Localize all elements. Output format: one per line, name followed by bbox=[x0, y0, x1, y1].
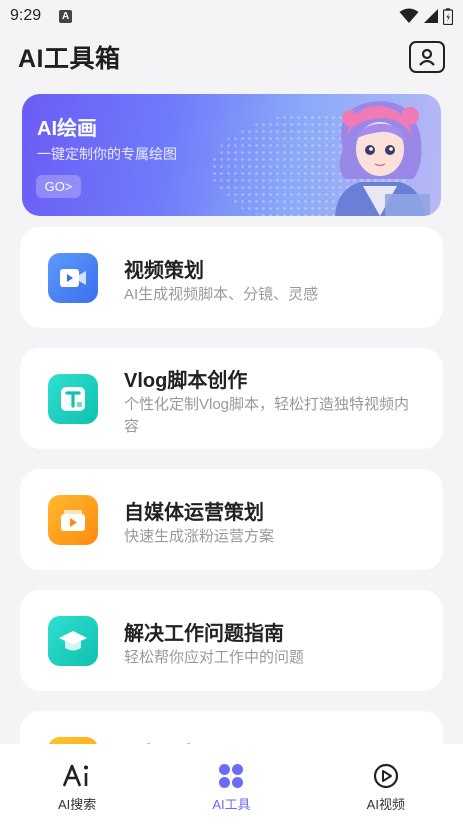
status-bar: 9:29 A bbox=[0, 0, 463, 32]
nav-label: AI搜索 bbox=[58, 797, 97, 812]
banner-title: AI绘画 bbox=[37, 118, 97, 140]
card-title: 自媒体运营策划 bbox=[124, 502, 264, 524]
profile-button[interactable] bbox=[409, 41, 445, 73]
card-description: 快速生成涨粉运营方案 bbox=[124, 528, 275, 545]
card-title: 视频策划 bbox=[124, 260, 204, 282]
ai-drawing-banner[interactable]: AI绘画 一键定制你的专属绘图 GO> bbox=[22, 94, 441, 216]
battery-icon bbox=[443, 7, 453, 25]
card-media-operations[interactable]: 自媒体运营策划 快速生成涨粉运营方案 bbox=[20, 469, 443, 570]
nav-ai-search[interactable]: AI搜索 bbox=[0, 744, 154, 824]
nav-ai-video[interactable]: AI视频 bbox=[309, 744, 463, 824]
grid-icon bbox=[218, 762, 244, 790]
card-vlog-script[interactable]: Vlog脚本创作 个性化定制Vlog脚本，轻松打造独特视频内容 bbox=[20, 348, 443, 449]
status-icons bbox=[399, 7, 453, 25]
banner-subtitle: 一键定制你的专属绘图 bbox=[37, 146, 177, 162]
mortarboard-icon bbox=[59, 631, 87, 651]
card-video-planning[interactable]: 视频策划 AI生成视频脚本、分镜、灵感 bbox=[20, 227, 443, 328]
signal-icon bbox=[424, 9, 438, 23]
graduation-cap-icon bbox=[48, 616, 98, 666]
t-icon bbox=[48, 374, 98, 424]
play-circle-icon bbox=[373, 762, 399, 790]
nav-ai-tools[interactable]: AI工具 bbox=[154, 744, 308, 824]
page-title: AI工具箱 bbox=[18, 45, 121, 73]
card-title: Vlog脚本创作 bbox=[124, 370, 248, 392]
text-t-icon bbox=[61, 387, 85, 411]
banner-go-button[interactable]: GO> bbox=[36, 175, 81, 198]
wifi-icon bbox=[399, 8, 419, 23]
play-folder-icon bbox=[48, 495, 98, 545]
card-description: 个性化定制Vlog脚本，轻松打造独特视频内容 bbox=[124, 396, 410, 435]
card-work-guide[interactable]: 解决工作问题指南 轻松帮你应对工作中的问题 bbox=[20, 590, 443, 691]
bottom-navigation: AI搜索 AI工具 AI视频 bbox=[0, 744, 463, 824]
app-header: AI工具箱 bbox=[0, 32, 463, 82]
status-time: 9:29 bbox=[10, 7, 42, 24]
folder-play-icon bbox=[61, 510, 85, 531]
nav-label: AI工具 bbox=[212, 797, 251, 812]
nav-label: AI视频 bbox=[366, 797, 405, 812]
video-camera-icon bbox=[60, 269, 86, 287]
anime-girl-illustration bbox=[335, 101, 430, 216]
video-icon bbox=[48, 253, 98, 303]
card-title: 解决工作问题指南 bbox=[124, 623, 284, 645]
card-description: 轻松帮你应对工作中的问题 bbox=[124, 649, 305, 666]
notification-a-icon: A bbox=[59, 9, 73, 23]
ai-search-icon bbox=[62, 762, 92, 790]
card-description: AI生成视频脚本、分镜、灵感 bbox=[124, 286, 319, 303]
user-card-icon bbox=[419, 48, 435, 66]
